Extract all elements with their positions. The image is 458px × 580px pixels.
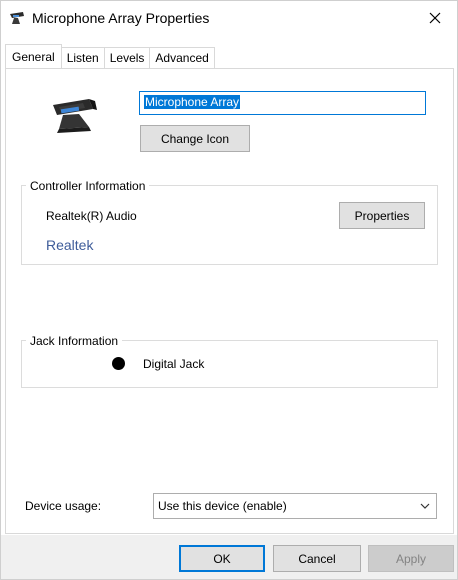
microphone-array-icon	[10, 12, 24, 24]
tab-levels[interactable]: Levels	[103, 47, 151, 68]
close-button[interactable]	[421, 5, 449, 31]
jack-color-indicator	[112, 357, 125, 370]
controller-properties-button[interactable]: Properties	[339, 202, 425, 229]
jack-name: Digital Jack	[143, 357, 205, 371]
tab-label: Listen	[66, 51, 99, 65]
tab-label: Levels	[109, 51, 145, 65]
change-icon-button[interactable]: Change Icon	[140, 125, 250, 152]
properties-dialog: Microphone Array Properties General List…	[0, 0, 458, 580]
device-usage-label: Device usage:	[25, 499, 102, 513]
title-bar: Microphone Array Properties	[1, 1, 457, 35]
close-icon	[429, 12, 441, 24]
jack-group-label: Jack Information	[26, 334, 123, 348]
microphone-array-device-icon	[53, 99, 97, 133]
tab-strip: General Listen Levels Advanced	[5, 44, 215, 68]
controller-group-label: Controller Information	[26, 179, 150, 193]
apply-button[interactable]: Apply	[368, 545, 454, 572]
device-usage-select[interactable]: Use this device (enable)	[153, 493, 437, 519]
tab-general[interactable]: General	[5, 44, 62, 68]
device-name-value: Microphone Array	[144, 95, 241, 109]
window-title: Microphone Array Properties	[32, 10, 210, 26]
controller-name: Realtek(R) Audio	[46, 209, 137, 223]
tab-listen[interactable]: Listen	[60, 47, 105, 68]
tab-label: General	[12, 49, 55, 64]
tab-label: Advanced	[155, 51, 209, 65]
device-usage-value: Use this device (enable)	[158, 499, 287, 513]
cancel-button[interactable]: Cancel	[273, 545, 361, 572]
controller-vendor-link[interactable]: Realtek	[46, 237, 93, 253]
chevron-down-icon	[420, 503, 430, 509]
device-name-field[interactable]: Microphone Array	[139, 91, 426, 115]
tab-advanced[interactable]: Advanced	[149, 47, 215, 68]
ok-button[interactable]: OK	[179, 545, 265, 572]
